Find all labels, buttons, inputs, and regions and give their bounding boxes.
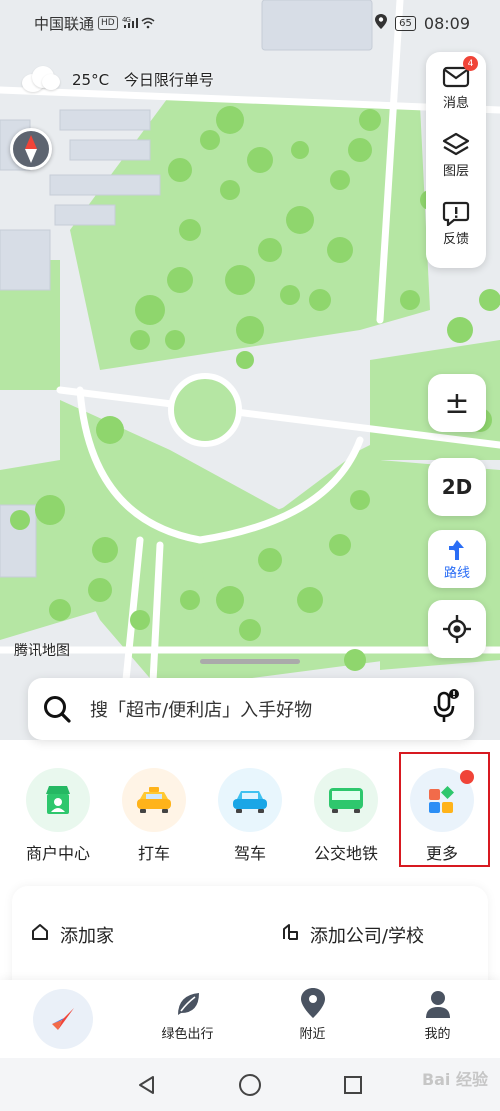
quick-action-label: 驾车 bbox=[233, 844, 266, 863]
car-icon bbox=[218, 768, 282, 832]
quick-action-transit[interactable]: 公交地铁 bbox=[298, 768, 394, 864]
home-icon bbox=[32, 924, 48, 940]
merchant-store-icon bbox=[26, 768, 90, 832]
sheet-drag-handle[interactable] bbox=[200, 659, 300, 664]
map-canvas bbox=[0, 0, 500, 740]
route-label: 路线 bbox=[443, 565, 470, 581]
zoom-label: ± bbox=[444, 385, 470, 421]
map-view[interactable] bbox=[0, 0, 500, 740]
svg-text:4G: 4G bbox=[122, 16, 130, 24]
nav-label: 我的 bbox=[424, 1027, 451, 1042]
voice-search-button[interactable] bbox=[432, 689, 460, 729]
watermark-label: Bai 经验 bbox=[421, 1070, 488, 1089]
search-icon bbox=[44, 696, 71, 723]
messages-button[interactable]: 4 消息 bbox=[442, 56, 478, 124]
nav-nearby[interactable]: 附近 bbox=[250, 980, 375, 1058]
quick-action-label: 公交地铁 bbox=[313, 844, 378, 863]
message-count-badge: 4 bbox=[463, 56, 478, 71]
add-home-label: 添加家 bbox=[60, 926, 114, 947]
route-button[interactable]: 路线 bbox=[428, 530, 486, 588]
home-circle-icon[interactable] bbox=[238, 1073, 262, 1097]
quick-action-drive[interactable]: 驾车 bbox=[202, 768, 298, 864]
layers-icon bbox=[442, 132, 470, 156]
location-pin-icon bbox=[300, 988, 325, 1018]
nav-green-travel[interactable]: 绿色出行 bbox=[125, 980, 250, 1058]
hd-badge: HD bbox=[98, 16, 118, 30]
signal-icon: 4G bbox=[122, 15, 156, 32]
nav-profile[interactable]: 我的 bbox=[375, 980, 500, 1058]
microphone-icon bbox=[433, 689, 459, 722]
office-building-icon bbox=[282, 924, 298, 940]
clock: 08:09 bbox=[423, 13, 470, 33]
recents-icon[interactable] bbox=[342, 1074, 364, 1096]
carrier-label: 中国联通 bbox=[34, 14, 95, 33]
compass-button[interactable] bbox=[10, 128, 52, 170]
profile-icon bbox=[425, 991, 450, 1018]
map-tools-panel: 4 消息 图层 反馈 bbox=[426, 52, 486, 268]
route-arrow-icon bbox=[449, 539, 464, 560]
quick-action-label: 商户中心 bbox=[25, 844, 90, 863]
view-mode-label: 2D bbox=[441, 475, 473, 499]
layers-label: 图层 bbox=[442, 164, 469, 179]
feedback-icon bbox=[442, 201, 470, 226]
crosshair-icon bbox=[443, 615, 471, 643]
locate-button[interactable] bbox=[428, 600, 486, 658]
feedback-label: 反馈 bbox=[442, 232, 469, 247]
compass-home-icon bbox=[32, 989, 93, 1049]
messages-label: 消息 bbox=[442, 96, 469, 111]
battery-indicator: 65 bbox=[395, 15, 416, 31]
quick-action-label: 打车 bbox=[137, 844, 170, 863]
status-bar: 中国联通 HD 4G 65 08:09 bbox=[0, 0, 500, 46]
zoom-button[interactable]: ± bbox=[428, 374, 486, 432]
nav-home[interactable] bbox=[0, 980, 125, 1058]
compass-needle-icon bbox=[25, 135, 37, 163]
bottom-navigation: 绿色出行 附近 我的 bbox=[0, 980, 500, 1058]
feedback-button[interactable]: 反馈 bbox=[442, 200, 470, 260]
nav-label: 绿色出行 bbox=[161, 1027, 214, 1042]
add-work-label: 添加公司/学校 bbox=[309, 926, 424, 947]
highlight-box bbox=[399, 752, 490, 867]
quick-action-taxi[interactable]: 打车 bbox=[106, 768, 202, 864]
layers-button[interactable]: 图层 bbox=[442, 132, 470, 192]
back-icon[interactable] bbox=[136, 1074, 158, 1096]
traffic-restriction-label: 今日限行单号 bbox=[123, 70, 214, 89]
cloud-icon bbox=[18, 64, 62, 94]
quick-action-merchant-center[interactable]: 商户中心 bbox=[10, 768, 106, 864]
search-placeholder: 搜「超市/便利店」入手好物 bbox=[90, 700, 313, 721]
search-bar[interactable]: 搜「超市/便利店」入手好物 bbox=[28, 678, 474, 740]
taxi-icon bbox=[122, 768, 186, 832]
view-mode-button[interactable]: 2D bbox=[428, 458, 486, 516]
location-status-icon bbox=[375, 13, 388, 33]
leaf-icon bbox=[177, 993, 199, 1015]
nav-label: 附近 bbox=[299, 1027, 326, 1042]
weather-widget[interactable]: 25°C 今日限行单号 bbox=[18, 64, 224, 94]
bus-icon bbox=[314, 768, 378, 832]
temperature-label: 25°C bbox=[72, 70, 110, 89]
map-brand-label: 腾讯地图 bbox=[14, 643, 70, 659]
